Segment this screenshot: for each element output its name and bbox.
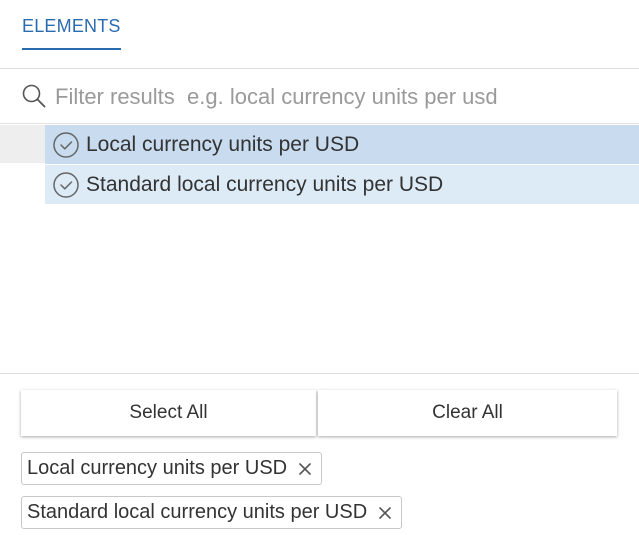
tab-bar: ELEMENTS <box>0 0 639 69</box>
chip-label: Standard local currency units per USD <box>27 501 368 523</box>
chip-label: Local currency units per USD <box>27 457 288 479</box>
tab-elements[interactable]: ELEMENTS <box>22 16 121 50</box>
selected-chip-standard-local-currency: Standard local currency units per USD <box>21 496 403 529</box>
close-icon[interactable] <box>297 461 313 477</box>
select-all-button[interactable]: Select All <box>21 390 316 436</box>
filter-input[interactable] <box>55 79 625 115</box>
selected-chip-local-currency: Local currency units per USD <box>21 452 323 485</box>
divider <box>0 373 639 374</box>
check-circle-icon <box>53 171 79 198</box>
close-icon[interactable] <box>377 505 393 521</box>
result-label: Local currency units per USD <box>86 132 360 156</box>
search-icon <box>22 84 46 108</box>
clear-all-button[interactable]: Clear All <box>318 390 617 436</box>
result-item-standard-local-currency[interactable]: Standard local currency units per USD <box>45 165 639 204</box>
result-label: Standard local currency units per USD <box>86 172 444 196</box>
result-item-local-currency[interactable]: Local currency units per USD <box>45 125 639 164</box>
filter-bar <box>0 70 639 124</box>
elements-panel: ELEMENTS Local currency units per USD St… <box>0 0 639 535</box>
check-circle-icon <box>53 131 79 158</box>
row-gutter <box>0 125 45 163</box>
